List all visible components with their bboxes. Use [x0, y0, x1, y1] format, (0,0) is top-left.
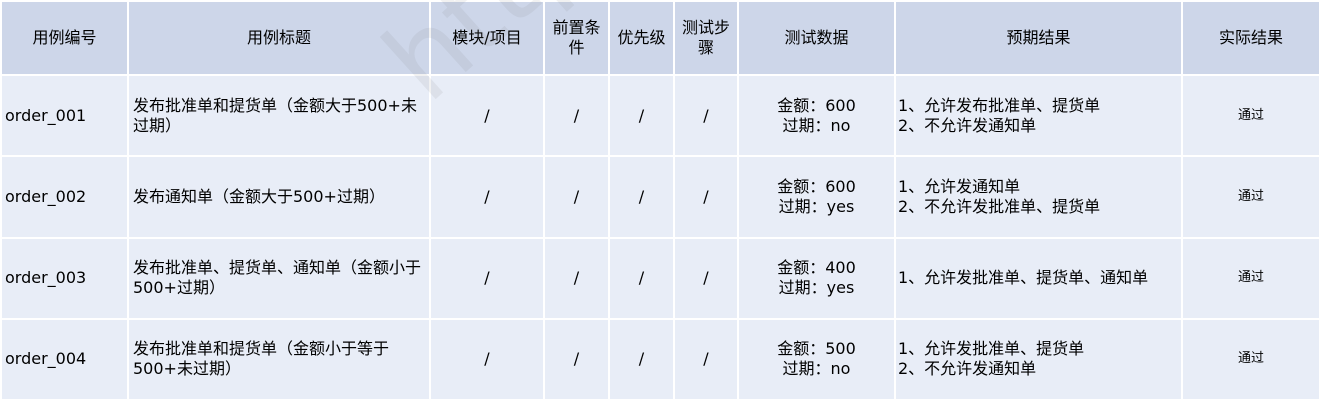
cell-expected: 1、允许发批准单、提货单 2、不允许发通知单	[894, 317, 1183, 401]
cell-actual: 通过	[1181, 236, 1319, 320]
cell-priority: /	[608, 317, 675, 401]
cell-module: /	[429, 317, 545, 401]
header-expected: 预期结果	[894, 0, 1183, 76]
header-priority: 优先级	[608, 0, 675, 76]
test-data-amount: 金额：400	[777, 258, 856, 278]
test-data-amount: 金额：500	[777, 339, 856, 359]
header-module: 模块/项目	[429, 0, 545, 76]
cell-id: order_002	[0, 155, 129, 239]
test-case-table: 用例编号 用例标题 模块/项目 前置条件 优先级 测试步骤 测试数据 预期结果 …	[0, 0, 1319, 401]
cell-precondition: /	[543, 317, 610, 401]
cell-test-data: 金额：400 过期：yes	[737, 236, 896, 320]
cell-test-data: 金额：600 过期：yes	[737, 155, 896, 239]
cell-id: order_003	[0, 236, 129, 320]
cell-test-data: 金额：600 过期：no	[737, 73, 896, 158]
header-steps: 测试步骤	[673, 0, 739, 76]
expected-line-1: 1、允许发批准单、提货单	[898, 339, 1085, 359]
cell-actual: 通过	[1181, 155, 1319, 239]
cell-steps: /	[673, 73, 739, 158]
expected-line-2: 2、不允许发通知单	[898, 359, 1037, 379]
cell-steps: /	[673, 155, 739, 239]
expected-line-2: 2、不允许发批准单、提货单	[898, 196, 1101, 216]
cell-id: order_004	[0, 317, 129, 401]
cell-steps: /	[673, 236, 739, 320]
cell-precondition: /	[543, 73, 610, 158]
test-data-expired: 过期：yes	[778, 196, 855, 216]
cell-id: order_001	[0, 73, 129, 158]
expected-line-2: 2、不允许发通知单	[898, 115, 1037, 135]
cell-title: 发布批准单、提货单、通知单（金额小于500+过期）	[127, 236, 431, 320]
cell-priority: /	[608, 236, 675, 320]
test-data-expired: 过期：no	[782, 359, 851, 379]
cell-priority: /	[608, 155, 675, 239]
cell-expected: 1、允许发批准单、提货单、通知单	[894, 236, 1183, 320]
cell-priority: /	[608, 73, 675, 158]
table-row: order_001 发布批准单和提货单（金额大于500+未过期） / / / /…	[0, 73, 1319, 158]
table-row: order_004 发布批准单和提货单（金额小于等于500+未过期） / / /…	[0, 317, 1319, 401]
cell-actual: 通过	[1181, 317, 1319, 401]
header-test-data: 测试数据	[737, 0, 896, 76]
cell-actual: 通过	[1181, 73, 1319, 158]
cell-module: /	[429, 236, 545, 320]
header-actual: 实际结果	[1181, 0, 1319, 76]
table-row: order_002 发布通知单（金额大于500+过期） / / / / 金额：6…	[0, 155, 1319, 239]
cell-module: /	[429, 155, 545, 239]
header-title: 用例标题	[127, 0, 431, 76]
cell-expected: 1、允许发通知单 2、不允许发批准单、提货单	[894, 155, 1183, 239]
cell-precondition: /	[543, 155, 610, 239]
expected-line-1: 1、允许发批准单、提货单、通知单	[898, 268, 1149, 288]
cell-precondition: /	[543, 236, 610, 320]
header-row: 用例编号 用例标题 模块/项目 前置条件 优先级 测试步骤 测试数据 预期结果 …	[0, 0, 1319, 76]
cell-test-data: 金额：500 过期：no	[737, 317, 896, 401]
cell-title: 发布批准单和提货单（金额大于500+未过期）	[127, 73, 431, 158]
cell-title: 发布通知单（金额大于500+过期）	[127, 155, 431, 239]
cell-module: /	[429, 73, 545, 158]
cell-title: 发布批准单和提货单（金额小于等于500+未过期）	[127, 317, 431, 401]
cell-expected: 1、允许发布批准单、提货单 2、不允许发通知单	[894, 73, 1183, 158]
header-id: 用例编号	[0, 0, 129, 76]
cell-steps: /	[673, 317, 739, 401]
test-data-expired: 过期：no	[782, 115, 851, 135]
table-row: order_003 发布批准单、提货单、通知单（金额小于500+过期） / / …	[0, 236, 1319, 320]
expected-line-1: 1、允许发通知单	[898, 176, 1021, 196]
header-precondition: 前置条件	[543, 0, 610, 76]
test-data-amount: 金额：600	[777, 176, 856, 196]
test-data-expired: 过期：yes	[778, 278, 855, 298]
test-data-amount: 金额：600	[777, 95, 856, 115]
expected-line-1: 1、允许发布批准单、提货单	[898, 95, 1101, 115]
